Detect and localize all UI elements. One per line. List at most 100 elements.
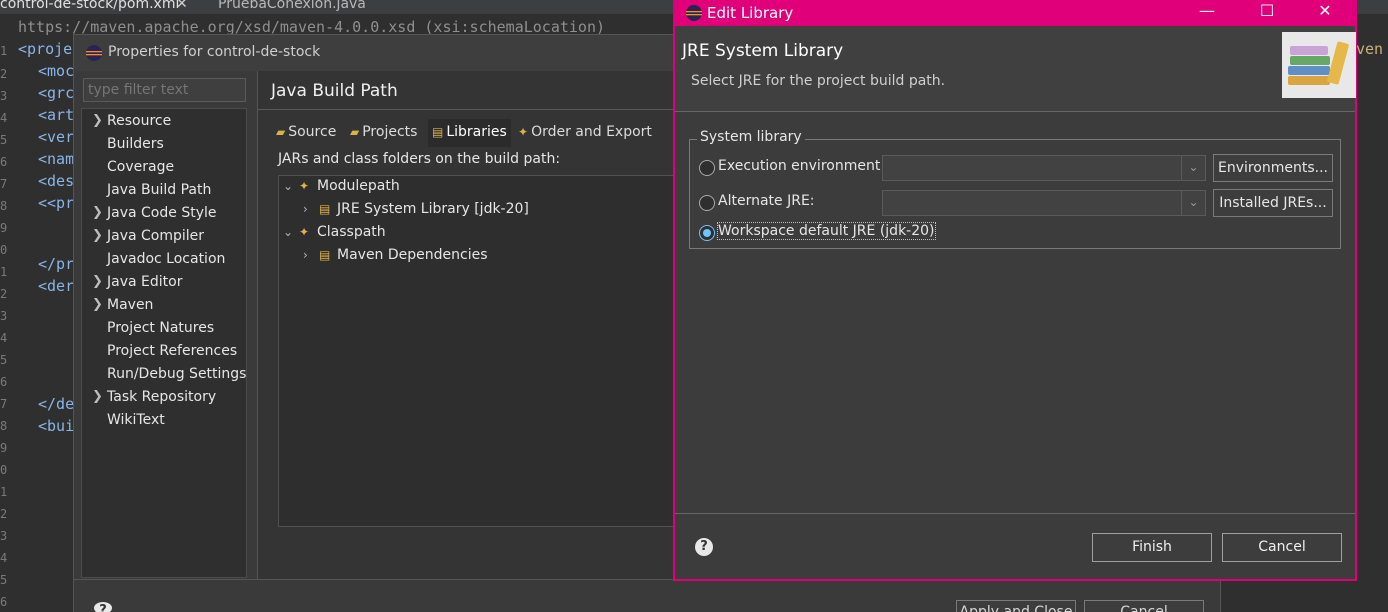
line-number: 3 xyxy=(0,529,8,543)
chevron-right-icon[interactable]: ❯ xyxy=(92,228,103,243)
finish-button[interactable]: Finish xyxy=(1092,533,1212,562)
nav-item-java-editor[interactable]: ❯ Java Editor xyxy=(82,272,248,295)
order-export-icon: ✦ xyxy=(518,125,529,139)
close-tab-icon[interactable]: ✕ xyxy=(176,0,188,12)
code-fragment: <grc xyxy=(38,84,75,102)
nav-item-coverage[interactable]: Coverage xyxy=(82,157,248,180)
radio-workspace-default[interactable] xyxy=(699,225,715,241)
nav-item-label: Project References xyxy=(107,343,238,359)
tree-node-classpath[interactable]: ⌄ ✦ Classpath xyxy=(283,224,386,246)
nav-item-task-repository[interactable]: ❯ Task Repository xyxy=(82,387,248,410)
tree-node-modulepath[interactable]: ⌄ ✦ Modulepath xyxy=(283,178,400,200)
nav-item-java-code-style[interactable]: ❯ Java Code Style xyxy=(82,203,248,226)
maximize-icon[interactable]: ☐ xyxy=(1247,1,1287,25)
tab-pom-xml[interactable]: control-de-stock/pom.xml xyxy=(0,0,179,14)
tab-prueba-conexion[interactable]: PruebaConexion.java xyxy=(218,0,366,14)
filter-input[interactable] xyxy=(83,78,246,102)
nav-item-label: Java Compiler xyxy=(107,228,205,244)
line-number: 8 xyxy=(0,419,8,433)
apply-and-close-button[interactable]: Apply and Close xyxy=(956,600,1076,612)
tab-prueba-conexion-label: PruebaConexion.java xyxy=(218,0,366,12)
tree-node-label: JRE System Library [jdk-20] xyxy=(337,201,529,217)
line-number: 5 xyxy=(0,573,8,587)
chevron-down-icon[interactable]: ⌄ xyxy=(283,225,299,239)
chevron-right-icon[interactable]: ❯ xyxy=(92,113,103,128)
line-number-gutter: 1 2 3 4 5 6 7 8 9 0 1 2 3 4 5 6 7 8 9 0 … xyxy=(0,14,14,612)
chevron-right-icon[interactable]: ❯ xyxy=(92,297,103,312)
installed-jres-button[interactable]: Installed JREs... xyxy=(1213,189,1333,217)
code-fragment: </pr xyxy=(38,255,75,273)
nav-item-label: Project Natures xyxy=(107,320,215,336)
chevron-right-icon[interactable]: ❯ xyxy=(92,274,103,289)
eclipse-icon xyxy=(686,5,702,21)
nav-item-maven[interactable]: ❯ Maven xyxy=(82,295,248,318)
chevron-down-icon[interactable]: ⌄ xyxy=(1181,156,1205,180)
nav-item-builders[interactable]: Builders xyxy=(82,134,248,157)
tab-order-and-export[interactable]: ✦ Order and Export xyxy=(514,119,656,147)
option-label: Execution environment: xyxy=(718,158,886,174)
execution-environment-combo[interactable]: ⌄ xyxy=(882,155,1206,181)
nav-item-project-natures[interactable]: Project Natures xyxy=(82,318,248,341)
line-number: 2 xyxy=(0,287,8,301)
edit-library-titlebar: Edit Library — ☐ ✕ xyxy=(673,0,1357,26)
dialog-header: JRE System Library Select JRE for the pr… xyxy=(675,26,1356,112)
nav-item-label: Javadoc Location xyxy=(107,251,226,267)
nav-item-java-compiler[interactable]: ❯ Java Compiler xyxy=(82,226,248,249)
nav-item-run-debug-settings[interactable]: Run/Debug Settings xyxy=(82,364,248,387)
line-number: 9 xyxy=(0,441,8,455)
nav-item-project-references[interactable]: Project References xyxy=(82,341,248,364)
nav-item-label: Resource xyxy=(107,113,172,129)
tab-libraries[interactable]: ▤ Libraries xyxy=(428,119,511,147)
nav-item-label: Java Editor xyxy=(107,274,183,290)
property-page-list: ❯ Resource Builders Coverage Java Build P… xyxy=(81,108,247,578)
nav-item-java-build-path[interactable]: Java Build Path xyxy=(82,180,248,203)
code-fragment: <nam xyxy=(38,150,75,168)
modulepath-icon: ✦ xyxy=(299,179,310,193)
nav-item-resource[interactable]: ❯ Resource xyxy=(82,111,248,134)
line-number: 0 xyxy=(0,463,8,477)
tab-source[interactable]: ▰ Source xyxy=(272,119,340,147)
code-fragment-opening: < xyxy=(38,194,48,212)
cancel-button[interactable]: Cancel xyxy=(1222,533,1342,562)
chevron-right-icon[interactable]: › xyxy=(303,202,319,216)
libraries-icon: ▤ xyxy=(432,125,444,139)
header-description: Select JRE for the project build path. xyxy=(691,73,946,89)
edit-library-title: Edit Library xyxy=(707,4,794,22)
code-fragment-right: ven xyxy=(1356,40,1384,58)
nav-item-javadoc-location[interactable]: Javadoc Location xyxy=(82,249,248,272)
tree-node-jre-system-library[interactable]: › ▤ JRE System Library [jdk-20] xyxy=(303,201,529,223)
line-number: 1 xyxy=(0,44,8,58)
properties-cancel-button[interactable]: Cancel xyxy=(1084,600,1204,612)
alternate-jre-combo[interactable]: ⌄ xyxy=(882,190,1206,216)
close-icon[interactable]: ✕ xyxy=(1305,1,1345,25)
chevron-down-icon[interactable]: ⌄ xyxy=(1181,191,1205,215)
line-number: 8 xyxy=(0,199,8,213)
tree-node-label: Maven Dependencies xyxy=(337,247,488,263)
environments-button[interactable]: Environments... xyxy=(1213,154,1333,182)
line-number: 6 xyxy=(0,155,8,169)
tree-node-maven-dependencies[interactable]: › ▤ Maven Dependencies xyxy=(303,247,488,269)
tab-projects[interactable]: ▰ Projects xyxy=(346,119,421,147)
tab-label: Libraries xyxy=(446,124,507,140)
classpath-icon: ✦ xyxy=(299,225,310,239)
tab-label: Order and Export xyxy=(531,124,652,140)
help-icon[interactable]: ? xyxy=(695,538,713,556)
option-label: Alternate JRE: xyxy=(718,193,815,209)
line-number: 4 xyxy=(0,111,8,125)
minimize-icon[interactable]: — xyxy=(1187,1,1227,25)
nav-item-label: Java Build Path xyxy=(107,182,212,198)
chevron-right-icon[interactable]: ❯ xyxy=(92,205,103,220)
code-fragment: <der xyxy=(38,277,75,295)
line-number: 0 xyxy=(0,243,8,257)
line-number: 5 xyxy=(0,353,8,367)
line-number: 1 xyxy=(0,265,8,279)
chevron-right-icon[interactable]: ❯ xyxy=(92,389,103,404)
radio-alternate-jre[interactable] xyxy=(699,195,715,211)
radio-execution-environment[interactable] xyxy=(699,160,715,176)
chevron-down-icon[interactable]: ⌄ xyxy=(283,179,299,193)
nav-item-wikitext[interactable]: WikiText xyxy=(82,410,248,433)
footer-divider xyxy=(675,513,1355,514)
chevron-right-icon[interactable]: › xyxy=(303,248,319,262)
help-icon[interactable]: ? xyxy=(94,602,112,612)
line-number: 7 xyxy=(0,397,8,411)
